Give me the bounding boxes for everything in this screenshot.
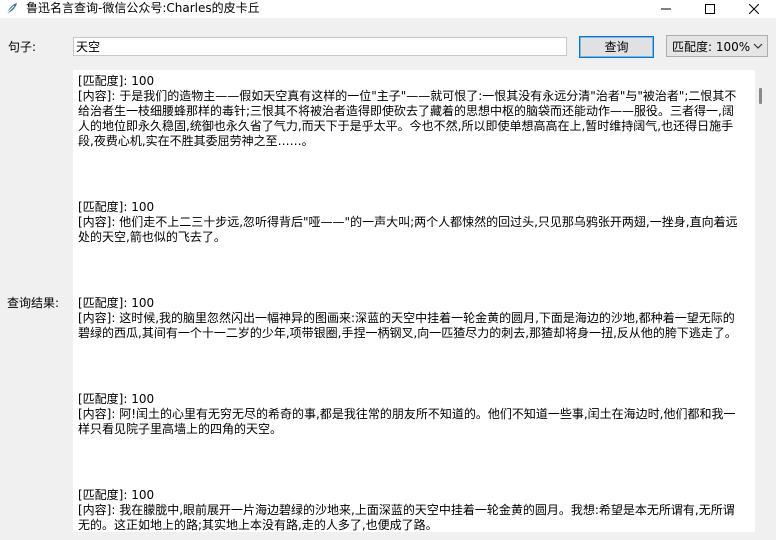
match-degree-select[interactable]: 匹配度: 100% (666, 35, 768, 57)
result-entry: [匹配度]: 100 [内容]: 阿!闰土的心里有无穷无尽的希奇的事,都是我往常… (78, 392, 739, 437)
entry-match: [匹配度]: 100 (78, 296, 155, 310)
vertical-scrollbar[interactable] (755, 70, 765, 532)
entry-match: [匹配度]: 100 (78, 488, 155, 502)
app-feather-icon (6, 3, 17, 14)
window-title: 鲁迅名言查询-微信公众号:Charles的皮卡丘 (26, 1, 260, 15)
app-window: 鲁迅名言查询-微信公众号:Charles的皮卡丘 句子: 查询 匹配度: 100… (0, 0, 776, 540)
entry-content: [内容]: 于是我们的造物主——假如天空真有这样的一位"主子"——就可恨了:一恨… (78, 89, 737, 148)
result-entry: [匹配度]: 100 [内容]: 他们走不上二三十步远,忽听得背后"哑——"的一… (78, 200, 739, 245)
result-label: 查询结果: (7, 296, 60, 310)
minimize-button[interactable] (644, 0, 688, 18)
chevron-down-icon (753, 43, 763, 49)
title-bar[interactable]: 鲁迅名言查询-微信公众号:Charles的皮卡丘 (0, 0, 776, 18)
scrollbar-thumb[interactable] (759, 88, 762, 104)
match-degree-value: 匹配度: 100% (672, 40, 751, 54)
entry-match: [匹配度]: 100 (78, 200, 155, 214)
query-button[interactable]: 查询 (579, 36, 654, 58)
entry-match: [匹配度]: 100 (78, 392, 155, 406)
result-entry: [匹配度]: 100 [内容]: 于是我们的造物主——假如天空真有这样的一位"主… (78, 74, 739, 149)
result-text-area[interactable]: [匹配度]: 100 [内容]: 于是我们的造物主——假如天空真有这样的一位"主… (73, 70, 755, 532)
entry-match: [匹配度]: 100 (78, 74, 155, 88)
minimize-icon (661, 8, 671, 10)
sentence-input[interactable] (73, 37, 567, 56)
entry-content: [内容]: 我在朦胧中,眼前展开一片海边碧绿的沙地来,上面深蓝的天空中挂着一轮金… (78, 503, 735, 532)
entry-content: [内容]: 他们走不上二三十步远,忽听得背后"哑——"的一声大叫;两个人都悚然的… (78, 215, 738, 244)
maximize-icon (705, 4, 715, 14)
result-entry: [匹配度]: 100 [内容]: 这时候,我的脑里忽然闪出一幅神异的图画来:深蓝… (78, 296, 739, 341)
result-entry: [匹配度]: 100 [内容]: 我在朦胧中,眼前展开一片海边碧绿的沙地来,上面… (78, 488, 739, 532)
sentence-label: 句子: (8, 40, 37, 54)
entry-content: [内容]: 阿!闰土的心里有无穷无尽的希奇的事,都是我往常的朋友所不知道的。他们… (78, 407, 736, 436)
maximize-button[interactable] (688, 0, 732, 18)
entry-content: [内容]: 这时候,我的脑里忽然闪出一幅神异的图画来:深蓝的天空中挂着一轮金黄的… (78, 311, 737, 340)
close-icon (749, 4, 759, 14)
close-button[interactable] (732, 0, 776, 18)
